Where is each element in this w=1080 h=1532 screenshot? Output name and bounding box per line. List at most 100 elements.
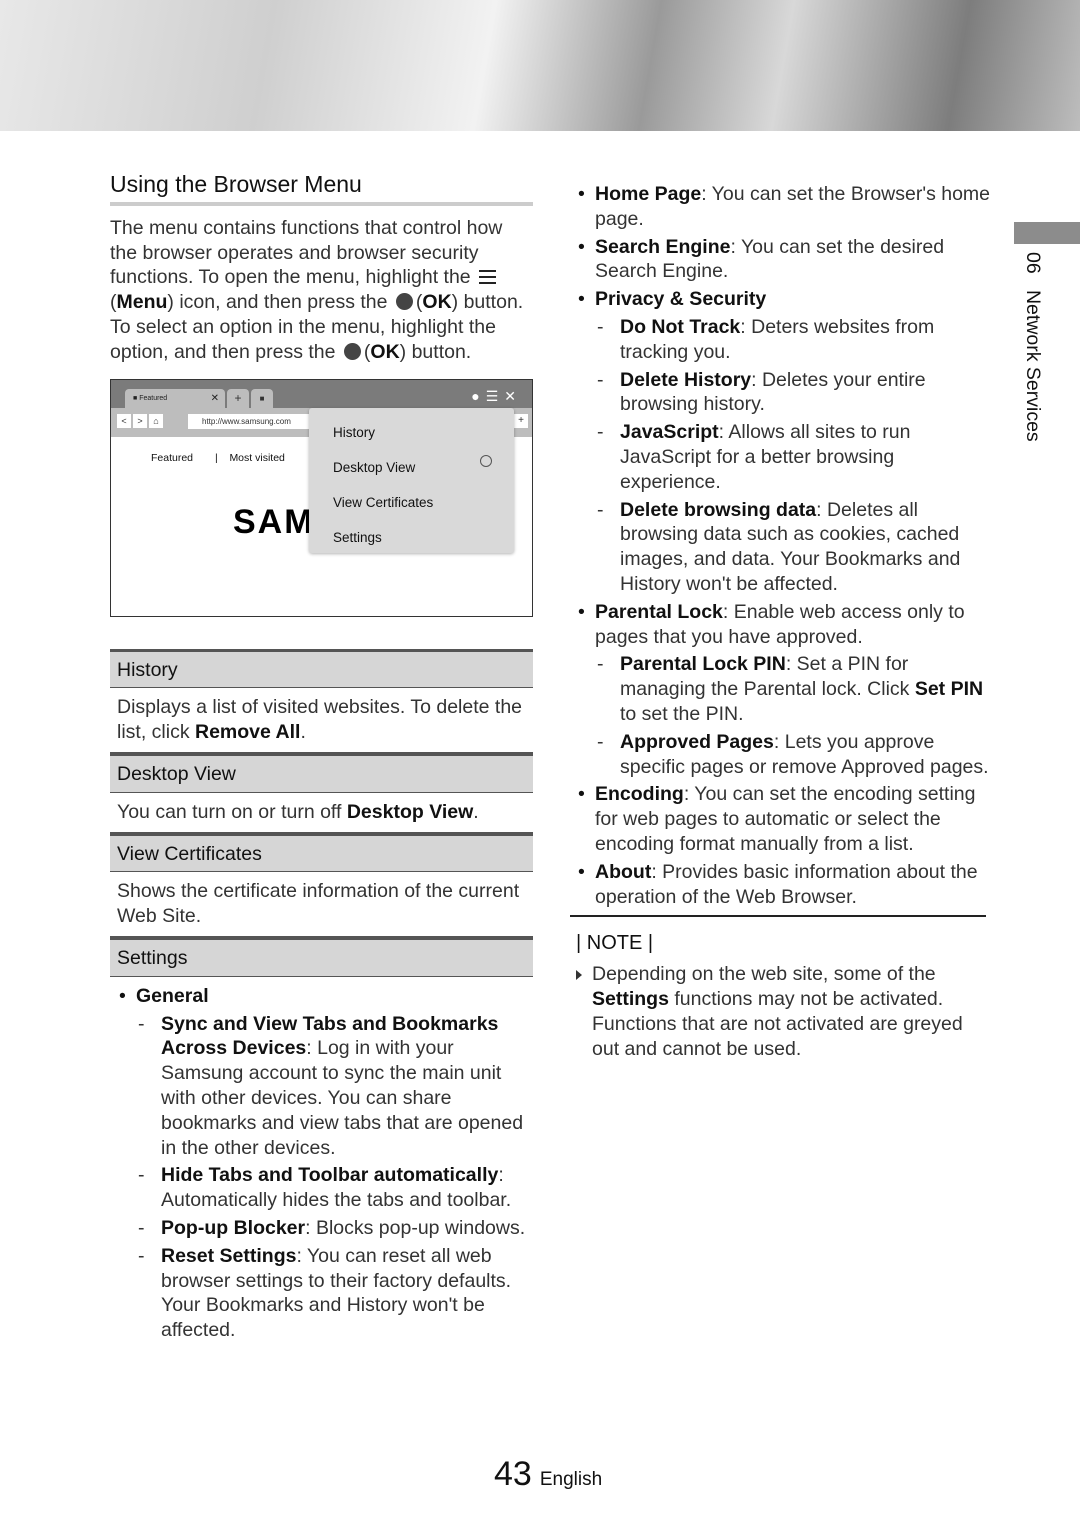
list-item: Reset Settings: You can reset all web br…	[117, 1244, 526, 1343]
bold-term: Settings	[592, 987, 669, 1010]
close-tab-icon: ✕	[210, 392, 219, 404]
list-item: Sync and View Tabs and Bookmarks Across …	[117, 1012, 526, 1161]
left-column: Using the Browser Menu The menu contains…	[110, 172, 533, 1353]
intro-paragraph: The menu contains functions that control…	[110, 216, 524, 363]
url-text: http://www.samsung.com	[202, 416, 291, 426]
bold-term: Encoding	[595, 783, 684, 806]
user-icon: ●	[471, 387, 486, 404]
bold-term: Delete browsing data	[620, 498, 817, 521]
section-heading-history: History	[110, 648, 533, 689]
divider	[570, 915, 986, 918]
subtab-most-visited: Most visited	[229, 451, 285, 464]
body-text: Displays a list of visited websites. To …	[117, 696, 523, 744]
list-item: Pop-up Blocker: Blocks pop-up windows.	[117, 1216, 526, 1241]
list-item: Delete History: Deletes your entire brow…	[576, 368, 992, 418]
bold-term: JavaScript	[620, 421, 719, 444]
section-heading-desktop-view: Desktop View	[110, 752, 533, 793]
section-body-desktop-view: You can turn on or turn off Desktop View…	[110, 793, 533, 833]
close-icon: ✕	[504, 387, 522, 404]
bold-term: Delete History	[620, 368, 752, 391]
menu-item-settings: Settings	[333, 529, 382, 545]
browser-menu: History Desktop View View Certificates S…	[309, 407, 514, 553]
subtabs: Featured | Most visited	[151, 451, 285, 464]
tab-label: Featured	[139, 394, 168, 402]
bold-term: Approved Pages	[620, 730, 774, 753]
menu-label: Menu	[116, 291, 168, 314]
body-text: : Blocks pop-up windows.	[305, 1216, 526, 1239]
bold-term: Parental Lock PIN	[620, 653, 786, 676]
window-controls: ●☰✕	[471, 384, 522, 409]
intro-text: icon, and then press the	[173, 291, 393, 314]
list-item: Delete browsing data: Deletes all browsi…	[576, 498, 992, 597]
menu-item-desktop-view: Desktop View	[333, 459, 416, 475]
lock-icon: ■	[251, 388, 273, 408]
bold-term: Reset Settings	[161, 1244, 297, 1267]
page-language: English	[539, 1469, 603, 1490]
menu-icon: ☰	[485, 387, 505, 404]
page-footer: 43 English	[494, 1455, 602, 1494]
body-text: : Provides basic information about the o…	[595, 860, 978, 908]
bold-term: Parental Lock	[595, 600, 723, 623]
list-item: About: Provides basic information about …	[576, 860, 992, 910]
ok-label: OK	[422, 291, 452, 314]
list-item: Parental Lock PIN: Set a PIN for managin…	[576, 652, 992, 726]
right-column: Home Page: You can set the Browser's hom…	[570, 182, 992, 1061]
page-number: 43	[494, 1455, 532, 1493]
list-item: JavaScript: Allows all sites to run Java…	[576, 420, 992, 494]
body-text: Depending on the web site, some of the	[592, 963, 936, 986]
home-icon: ⌂	[149, 413, 163, 428]
bold-term: Do Not Track	[620, 315, 741, 338]
list-item: General	[117, 984, 526, 1009]
menu-icon	[479, 270, 497, 285]
note-item: Depending on the web site, some of the S…	[576, 962, 992, 1061]
list-item: Home Page: You can set the Browser's hom…	[576, 182, 992, 232]
list-item: Hide Tabs and Toolbar automatically: Aut…	[117, 1163, 526, 1213]
section-heading-settings: Settings	[110, 936, 533, 977]
bold-term: Search Engine	[595, 235, 731, 258]
body-text: Shows the certificate information of the…	[117, 880, 520, 928]
chapter-side-label: 06 Network Services	[1020, 252, 1044, 442]
ok-button-icon	[395, 293, 413, 311]
tab-bar: ■ Featured ✕ + ■ ●☰✕	[111, 379, 532, 409]
intro-text: The menu contains functions that control…	[110, 216, 503, 289]
ok-button-icon	[343, 342, 361, 360]
bold-term: Home Page	[595, 183, 702, 205]
ok-label: OK	[370, 340, 400, 363]
list-item: Parental Lock: Enable web access only to…	[576, 600, 992, 650]
intro-text: button.	[406, 340, 472, 363]
note-heading: | NOTE |	[576, 932, 654, 955]
body-text: You can turn on or turn off	[117, 800, 347, 823]
body-text: .	[473, 800, 479, 823]
bold-term: Set PIN	[914, 678, 984, 701]
list-item: Approved Pages: Lets you approve specifi…	[576, 730, 992, 780]
menu-item-history: History	[333, 424, 376, 440]
header-banner	[0, 0, 1080, 131]
browser-screenshot: ■ Featured ✕ + ■ ●☰✕ < > ⌂ http://www.sam…	[110, 378, 533, 617]
chapter-number: 06	[1022, 252, 1044, 274]
bold-term: About	[595, 860, 652, 883]
radio-icon	[480, 454, 492, 467]
bold-term: Hide Tabs and Toolbar automatically	[161, 1164, 499, 1187]
section-body-history: Displays a list of visited websites. To …	[110, 688, 533, 753]
samsung-logo: SAM	[233, 502, 315, 541]
list-item: Encoding: You can set the encoding setti…	[576, 782, 992, 856]
forward-icon: >	[133, 413, 147, 428]
menu-item-view-certificates: View Certificates	[333, 494, 434, 510]
list-item: Search Engine: You can set the desired S…	[576, 235, 992, 285]
list-item: Do Not Track: Deters websites from track…	[576, 315, 992, 365]
subtab-featured: Featured	[151, 451, 194, 464]
page-title: Using the Browser Menu	[110, 172, 533, 206]
chapter-tab-marker	[1014, 222, 1080, 244]
section-body-settings: General Sync and View Tabs and Bookmarks…	[110, 977, 533, 1353]
section-heading-view-certificates: View Certificates	[110, 832, 533, 873]
section-body-view-certificates: Shows the certificate information of the…	[110, 872, 533, 937]
new-tab-icon: +	[227, 388, 249, 408]
back-icon: <	[117, 413, 131, 428]
bold-term: Privacy & Security	[595, 288, 767, 311]
list-item: Privacy & Security	[576, 287, 992, 312]
bold-term: Desktop View	[346, 800, 474, 823]
browser-tab: ■ Featured ✕	[125, 388, 225, 408]
add-icon: +	[514, 413, 528, 428]
bold-term: General	[136, 984, 209, 1007]
chapter-title: Network Services	[1022, 289, 1044, 442]
